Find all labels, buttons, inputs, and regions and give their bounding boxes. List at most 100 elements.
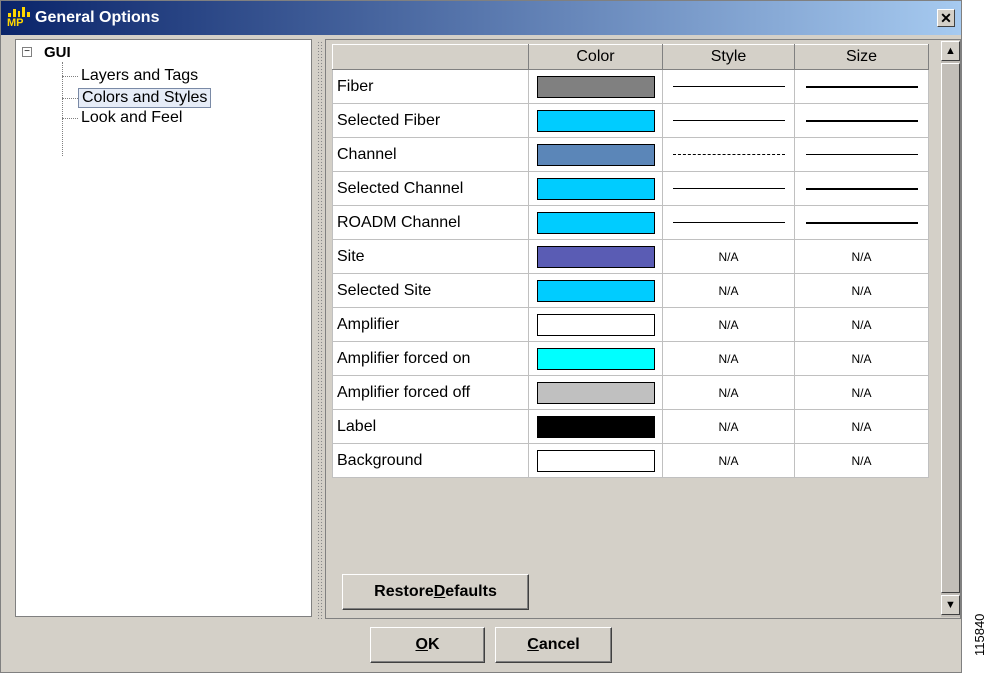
- vertical-scrollbar[interactable]: ▲ ▼: [941, 41, 960, 617]
- color-cell[interactable]: [528, 103, 663, 138]
- size-cell: N/A: [794, 307, 929, 342]
- color-cell[interactable]: [528, 171, 663, 206]
- color-swatch[interactable]: [536, 449, 655, 472]
- close-icon: ✕: [940, 10, 952, 26]
- row-name-cell: Amplifier forced on: [332, 341, 529, 376]
- style-cell: N/A: [662, 273, 795, 308]
- size-na-label: N/A: [851, 249, 872, 264]
- size-na-label: N/A: [851, 351, 872, 366]
- close-button[interactable]: ✕: [937, 9, 955, 27]
- color-cell[interactable]: [528, 205, 663, 240]
- size-line-sample[interactable]: [805, 119, 918, 122]
- column-header-size[interactable]: Size: [794, 44, 929, 70]
- color-cell[interactable]: [528, 69, 663, 104]
- size-cell: N/A: [794, 239, 929, 274]
- style-cell[interactable]: [662, 137, 795, 172]
- options-tree: − GUI Layers and Tags Colors and Styles …: [15, 39, 312, 617]
- color-swatch[interactable]: [536, 245, 655, 268]
- color-cell[interactable]: [528, 409, 663, 444]
- row-name-cell: Label: [332, 409, 529, 444]
- style-cell[interactable]: [662, 69, 795, 104]
- style-line-sample[interactable]: [672, 188, 785, 189]
- table-row-amplifier: Amplifier N/A N/A: [332, 307, 929, 342]
- size-cell[interactable]: [794, 103, 929, 138]
- style-na-label: N/A: [718, 419, 739, 434]
- ok-button[interactable]: OK: [370, 627, 485, 663]
- style-cell[interactable]: [662, 171, 795, 206]
- table-row-amplifier-forced-off: Amplifier forced off N/A N/A: [332, 375, 929, 410]
- size-line-sample[interactable]: [805, 221, 918, 224]
- restore-defaults-button[interactable]: Restore Defaults: [342, 574, 529, 610]
- general-options-dialog: MP General Options ✕ − GUI Layers and Ta…: [0, 0, 962, 673]
- color-swatch[interactable]: [536, 109, 655, 132]
- color-cell[interactable]: [528, 239, 663, 274]
- split-pane-divider[interactable]: [317, 41, 323, 619]
- scroll-thumb[interactable]: [941, 63, 960, 593]
- tree-root-label: GUI: [44, 43, 71, 61]
- color-cell[interactable]: [528, 137, 663, 172]
- cancel-button[interactable]: Cancel: [495, 627, 612, 663]
- size-cell[interactable]: [794, 137, 929, 172]
- style-line-sample[interactable]: [672, 120, 785, 121]
- app-logo-icon: MP: [7, 7, 31, 29]
- color-cell[interactable]: [528, 375, 663, 410]
- size-na-label: N/A: [851, 419, 872, 434]
- row-name-cell: Amplifier: [332, 307, 529, 342]
- color-cell[interactable]: [528, 443, 663, 478]
- column-header-name: [332, 44, 529, 70]
- color-swatch[interactable]: [536, 381, 655, 404]
- style-cell[interactable]: [662, 103, 795, 138]
- style-line-sample[interactable]: [672, 154, 785, 155]
- color-swatch[interactable]: [536, 211, 655, 234]
- tree-item-layers-and-tags[interactable]: Layers and Tags: [62, 65, 201, 87]
- size-line-sample[interactable]: [805, 85, 918, 88]
- color-cell[interactable]: [528, 307, 663, 342]
- color-swatch[interactable]: [536, 313, 655, 336]
- tree-item-colors-and-styles[interactable]: Colors and Styles: [62, 87, 212, 109]
- color-cell[interactable]: [528, 273, 663, 308]
- tree-root-gui[interactable]: − GUI: [22, 43, 71, 61]
- window-title: General Options: [35, 9, 160, 26]
- size-cell[interactable]: [794, 69, 929, 104]
- style-cell: N/A: [662, 443, 795, 478]
- size-cell[interactable]: [794, 205, 929, 240]
- size-cell: N/A: [794, 273, 929, 308]
- collapse-icon[interactable]: −: [22, 47, 32, 57]
- table-row-amplifier-forced-on: Amplifier forced on N/A N/A: [332, 341, 929, 376]
- style-cell: N/A: [662, 239, 795, 274]
- size-na-label: N/A: [851, 283, 872, 298]
- size-na-label: N/A: [851, 453, 872, 468]
- table-row-site: Site N/A N/A: [332, 239, 929, 274]
- colors-styles-table: Color Style Size Fiber Selected Fiber Chan…: [332, 44, 929, 478]
- table-row-selected-site: Selected Site N/A N/A: [332, 273, 929, 308]
- style-line-sample[interactable]: [672, 86, 785, 87]
- size-cell: N/A: [794, 409, 929, 444]
- color-swatch[interactable]: [536, 75, 655, 98]
- size-line-sample[interactable]: [805, 154, 918, 155]
- style-cell[interactable]: [662, 205, 795, 240]
- color-swatch[interactable]: [536, 279, 655, 302]
- color-swatch[interactable]: [536, 347, 655, 370]
- color-swatch[interactable]: [536, 143, 655, 166]
- table-header-row: Color Style Size: [332, 44, 929, 70]
- scroll-down-button[interactable]: ▼: [941, 595, 960, 615]
- tree-item-look-and-feel[interactable]: Look and Feel: [62, 107, 185, 129]
- color-swatch[interactable]: [536, 177, 655, 200]
- size-cell: N/A: [794, 341, 929, 376]
- column-header-style[interactable]: Style: [662, 44, 795, 70]
- size-line-sample[interactable]: [805, 187, 918, 190]
- row-name-cell: Selected Channel: [332, 171, 529, 206]
- column-header-color[interactable]: Color: [528, 44, 663, 70]
- style-cell: N/A: [662, 341, 795, 376]
- style-line-sample[interactable]: [672, 222, 785, 223]
- color-swatch[interactable]: [536, 415, 655, 438]
- size-cell[interactable]: [794, 171, 929, 206]
- scroll-up-button[interactable]: ▲: [941, 41, 960, 61]
- figure-id-label: 115840: [972, 613, 985, 656]
- color-cell[interactable]: [528, 341, 663, 376]
- style-na-label: N/A: [718, 283, 739, 298]
- title-bar[interactable]: MP General Options ✕: [1, 1, 961, 35]
- table-row-selected-channel: Selected Channel: [332, 171, 929, 206]
- table-row-selected-fiber: Selected Fiber: [332, 103, 929, 138]
- style-na-label: N/A: [718, 453, 739, 468]
